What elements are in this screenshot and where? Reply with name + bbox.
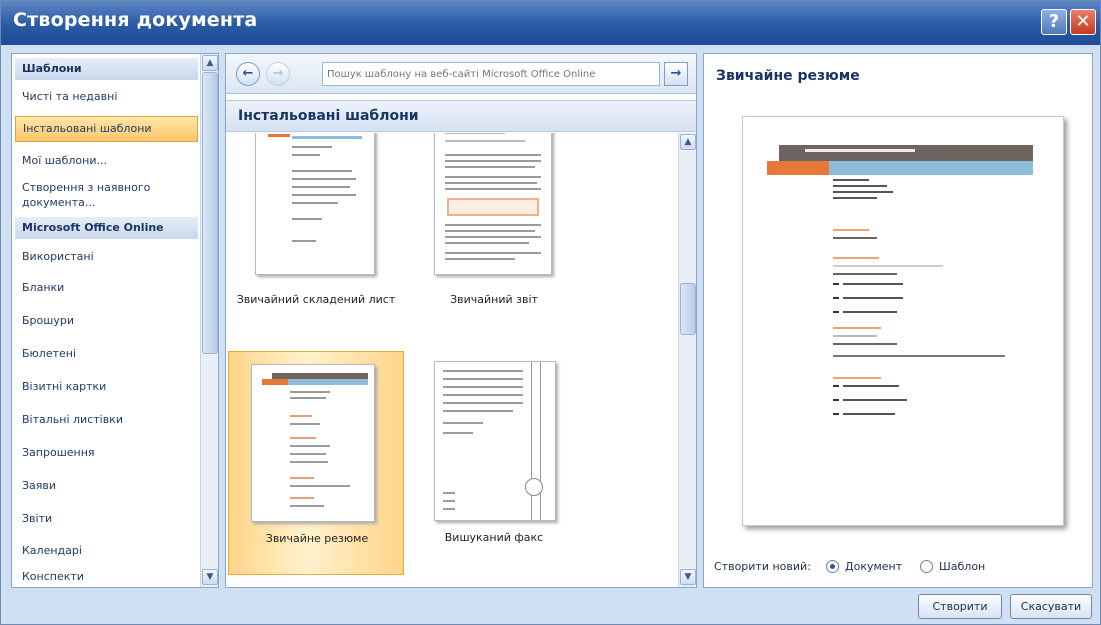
create-button[interactable]: Створити <box>918 594 1002 619</box>
close-button[interactable]: ✕ <box>1070 9 1096 35</box>
category-item-calendars[interactable]: Календарі <box>15 544 198 557</box>
document-radio[interactable] <box>826 560 839 573</box>
scroll-up-icon[interactable]: ▲ <box>202 55 218 71</box>
title-bar: Створення документа ? ✕ <box>1 1 1100 45</box>
template-thumbnail <box>434 133 552 275</box>
scroll-down-icon[interactable]: ▼ <box>202 569 218 585</box>
document-radio-label[interactable]: Документ <box>845 560 902 573</box>
category-item-invitations[interactable]: Запрошення <box>15 446 198 459</box>
category-item-newsletters[interactable]: Бюлетені <box>15 347 198 360</box>
gallery-heading: Інстальовані шаблони <box>226 100 696 132</box>
template-thumbnail <box>434 361 556 521</box>
category-item-new-from-existing[interactable]: Створення з наявного документа... <box>15 180 198 210</box>
template-label: Вишуканий факс <box>444 531 544 544</box>
scrollbar-thumb[interactable] <box>680 283 696 335</box>
forward-arrow-icon[interactable]: → <box>266 62 290 86</box>
cancel-button[interactable]: Скасувати <box>1010 594 1092 619</box>
resume-contact-bar <box>829 161 1033 175</box>
gallery-scrollbar[interactable]: ▲ ▼ <box>678 133 696 587</box>
category-item-featured[interactable]: Використані <box>15 250 198 263</box>
category-list: Шаблони Чисті та недавні Інстальовані ша… <box>12 54 200 587</box>
template-tile-report[interactable]: Звичайний звіт <box>424 133 600 347</box>
scroll-down-icon[interactable]: ▼ <box>680 569 696 585</box>
template-tile-resume[interactable]: Звичайне резюме <box>228 351 404 575</box>
template-label: Звичайний складений лист <box>236 293 396 306</box>
resume-accent-block <box>767 161 829 175</box>
window-title: Створення документа <box>13 9 258 31</box>
help-button[interactable]: ? <box>1041 9 1067 35</box>
category-item-greeting-cards[interactable]: Вітальні листівки <box>15 413 198 426</box>
category-item-applications[interactable]: Заяви <box>15 479 198 492</box>
template-gallery: Звичайний складений лист Звичайний звіт … <box>226 133 696 587</box>
create-new-label: Створити новий: <box>714 560 811 573</box>
template-tile-fax[interactable]: Вишуканий факс <box>424 351 600 575</box>
category-header-templates: Шаблони <box>15 58 198 80</box>
create-document-dialog: Створення документа ? ✕ Шаблони Чисті та… <box>0 0 1101 625</box>
category-scrollbar[interactable]: ▲ ▼ <box>200 54 218 587</box>
template-categories-panel: Шаблони Чисті та недавні Інстальовані ша… <box>11 53 219 588</box>
resume-name-bar <box>779 145 1033 161</box>
template-search-input[interactable] <box>322 62 660 86</box>
template-radio-label[interactable]: Шаблон <box>939 560 985 573</box>
template-gallery-panel: ← → → Інстальовані шаблони <box>225 53 697 588</box>
template-preview-panel: Звичайне резюме Створити новий: Документ… <box>703 53 1093 588</box>
template-thumbnail <box>255 133 375 275</box>
template-label: Звичайне резюме <box>265 532 369 545</box>
template-tile-letter[interactable]: Звичайний складений лист <box>228 133 404 347</box>
category-item-notes[interactable]: Конспекти <box>15 570 198 583</box>
scrollbar-thumb[interactable] <box>202 72 218 354</box>
template-label: Звичайний звіт <box>450 293 538 306</box>
scroll-up-icon[interactable]: ▲ <box>680 134 696 150</box>
preview-title: Звичайне резюме <box>716 68 860 84</box>
category-item-installed-templates[interactable]: Інстальовані шаблони <box>15 116 198 142</box>
template-thumbnail <box>251 364 375 522</box>
category-item-my-templates[interactable]: Мої шаблони... <box>15 154 198 167</box>
category-item-business-cards[interactable]: Візитні картки <box>15 380 198 393</box>
gallery-navbar: ← → → <box>226 54 696 94</box>
search-go-icon[interactable]: → <box>664 62 688 86</box>
back-arrow-icon[interactable]: ← <box>236 62 260 86</box>
category-item-reports[interactable]: Звіти <box>15 512 198 525</box>
category-item-brochures[interactable]: Брошури <box>15 314 198 327</box>
category-item-blank-recent[interactable]: Чисті та недавні <box>15 90 198 103</box>
category-header-office-online: Microsoft Office Online <box>15 217 198 239</box>
category-item-forms[interactable]: Бланки <box>15 281 198 294</box>
template-radio[interactable] <box>920 560 933 573</box>
template-preview-image <box>742 116 1064 526</box>
